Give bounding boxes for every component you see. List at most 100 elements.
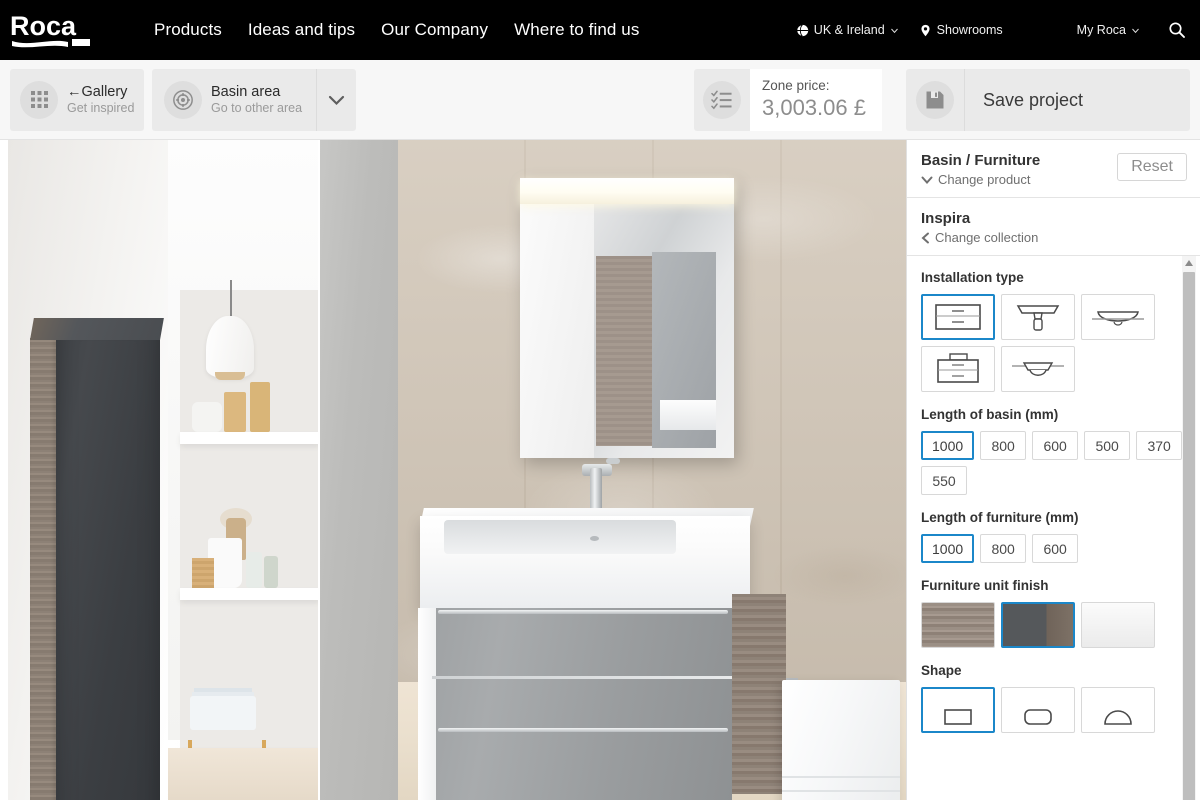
search-button[interactable] — [1168, 21, 1186, 39]
area-dropdown-toggle[interactable] — [316, 68, 356, 131]
save-project-button[interactable]: Save project — [906, 69, 1190, 131]
shelf-accessory-folded-towels — [190, 696, 256, 730]
shape-options — [921, 687, 1186, 733]
showrooms-link[interactable]: Showrooms — [919, 23, 1003, 37]
zone-price-widget[interactable]: Zone price: 3,003.06 £ — [694, 69, 882, 131]
location-pin-icon — [921, 24, 930, 36]
roca-logo[interactable]: Roca — [10, 10, 102, 50]
project-toolbar: ←Gallery Get inspired Basin area Go to o… — [0, 60, 1200, 140]
gallery-button[interactable]: ←Gallery Get inspired — [10, 68, 144, 131]
mirror-reflection-cabinet — [596, 256, 652, 446]
basin-size-370[interactable]: 370 — [1136, 431, 1183, 460]
left-scene-floor — [168, 748, 320, 800]
option-rectangular-shape[interactable] — [921, 687, 995, 733]
scroll-up-arrow-icon[interactable] — [1184, 259, 1194, 267]
designer-stage: Basin / Furniture Change product Reset I… — [0, 140, 1200, 800]
shelf-accessory-bottle-b — [264, 556, 278, 588]
shelf-2 — [180, 588, 320, 600]
finish-swatch-white-gloss[interactable] — [1081, 602, 1155, 648]
floppy-disk-icon-glyph — [926, 91, 944, 109]
chevron-down-icon — [1132, 28, 1139, 33]
basin-size-800[interactable]: 800 — [980, 431, 1027, 460]
pendant-lamp-rim — [215, 372, 245, 380]
my-roca-label: My Roca — [1076, 23, 1126, 37]
vanity-drawer-divider — [432, 676, 732, 679]
pendant-lamp-cord — [230, 280, 232, 318]
product-section: Basin / Furniture Change product Reset — [907, 140, 1200, 198]
change-product-label: Change product — [938, 172, 1031, 187]
led-mirror[interactable] — [520, 178, 734, 458]
group-label-length-of-furniture: Length of furniture (mm) — [921, 510, 1079, 525]
basin-bowl — [444, 520, 676, 554]
panel-scrollbar[interactable] — [1182, 256, 1196, 800]
group-length-of-basin: Length of basin (mm) 1000 800 600 500 37… — [921, 407, 1186, 495]
option-pedestal-basin[interactable] — [1001, 294, 1075, 340]
hanging-towel — [782, 680, 900, 800]
option-oval-shape[interactable] — [1081, 687, 1155, 733]
vanity-left-edge — [418, 608, 436, 800]
chevron-down-icon — [890, 28, 898, 33]
chevron-down-icon — [921, 176, 933, 184]
reset-button[interactable]: Reset — [1117, 153, 1187, 181]
vanity-drawer-handle-bottom — [438, 728, 728, 732]
shelf-1 — [180, 432, 320, 444]
change-collection-label: Change collection — [935, 230, 1039, 245]
furniture-finish-options — [921, 602, 1186, 648]
nav-link-products[interactable]: Products — [154, 20, 222, 40]
sliding-door-panel — [320, 140, 676, 800]
vanity-unit[interactable] — [432, 608, 732, 800]
room-scene-left-inset[interactable] — [8, 140, 320, 800]
furniture-size-1000[interactable]: 1000 — [921, 534, 975, 563]
save-button-divider — [964, 69, 965, 131]
shelf-accessory-bottle-a — [246, 552, 262, 588]
basin-size-550[interactable]: 550 — [921, 466, 967, 495]
showrooms-label: Showrooms — [936, 23, 1003, 37]
group-installation-type: Installation type — [921, 270, 1186, 392]
area-selector[interactable]: Basin area Go to other area — [152, 68, 357, 131]
basin-drain — [590, 536, 599, 541]
top-navigation-bar: Roca Products Ideas and tips Our Company… — [0, 0, 1200, 60]
my-roca-menu[interactable]: My Roca — [1077, 23, 1140, 37]
nav-link-our-company[interactable]: Our Company — [381, 20, 488, 40]
basin-size-500[interactable]: 500 — [1084, 431, 1131, 460]
grid-icon-glyph — [30, 91, 48, 108]
finish-swatch-wood-oak[interactable] — [921, 602, 995, 648]
option-countertop-basin[interactable] — [1081, 294, 1155, 340]
shelf-accessory-board-a — [224, 392, 246, 432]
pendant-lamp-shade — [206, 316, 254, 378]
rounded-rectangle-shape-icon — [1024, 709, 1052, 725]
basin-size-600[interactable]: 600 — [1032, 431, 1079, 460]
basin-size-1000[interactable]: 1000 — [921, 431, 975, 460]
towel-stripe-1 — [782, 776, 900, 778]
nav-link-ideas-and-tips[interactable]: Ideas and tips — [248, 20, 355, 40]
oval-shape-icon — [1104, 710, 1132, 725]
area-selector-main[interactable]: Basin area Go to other area — [152, 69, 316, 131]
option-undercounter-basin[interactable] — [1001, 346, 1075, 392]
option-vanity-with-basin[interactable] — [921, 346, 995, 392]
3d-render-viewport[interactable] — [0, 140, 906, 800]
chevron-left-icon — [921, 232, 929, 243]
length-of-basin-options: 1000 800 600 500 370 550 — [921, 431, 1186, 495]
countertop-basin-icon — [1092, 311, 1144, 326]
nav-link-where-to-find-us[interactable]: Where to find us — [514, 20, 639, 40]
option-rounded-rectangle-shape[interactable] — [1001, 687, 1075, 733]
save-project-label: Save project — [983, 89, 1084, 110]
vanity-with-basin-icon — [937, 353, 979, 383]
main-nav-links: Products Ideas and tips Our Company Wher… — [154, 20, 639, 40]
search-icon — [1169, 22, 1185, 38]
options-scroll-area[interactable]: Installation type Length of basin (mm) 1… — [907, 256, 1200, 800]
change-collection-link[interactable]: Change collection — [921, 230, 1186, 245]
rectangular-shape-icon — [944, 709, 972, 725]
roca-logo-icon: Roca — [10, 11, 90, 48]
gear-icon-glyph — [173, 89, 193, 110]
option-vanity-unit[interactable] — [921, 294, 995, 340]
finish-swatch-dark-grey-wood[interactable] — [1001, 602, 1075, 648]
furniture-size-800[interactable]: 800 — [980, 534, 1027, 563]
group-label-shape: Shape — [921, 663, 962, 678]
region-selector[interactable]: UK & Ireland — [796, 23, 899, 37]
tall-column-cabinet[interactable] — [30, 318, 164, 800]
scrollbar-thumb[interactable] — [1183, 272, 1195, 800]
mirror-reflection-wall — [520, 204, 594, 458]
room-scene-main[interactable] — [398, 140, 906, 800]
furniture-size-600[interactable]: 600 — [1032, 534, 1079, 563]
